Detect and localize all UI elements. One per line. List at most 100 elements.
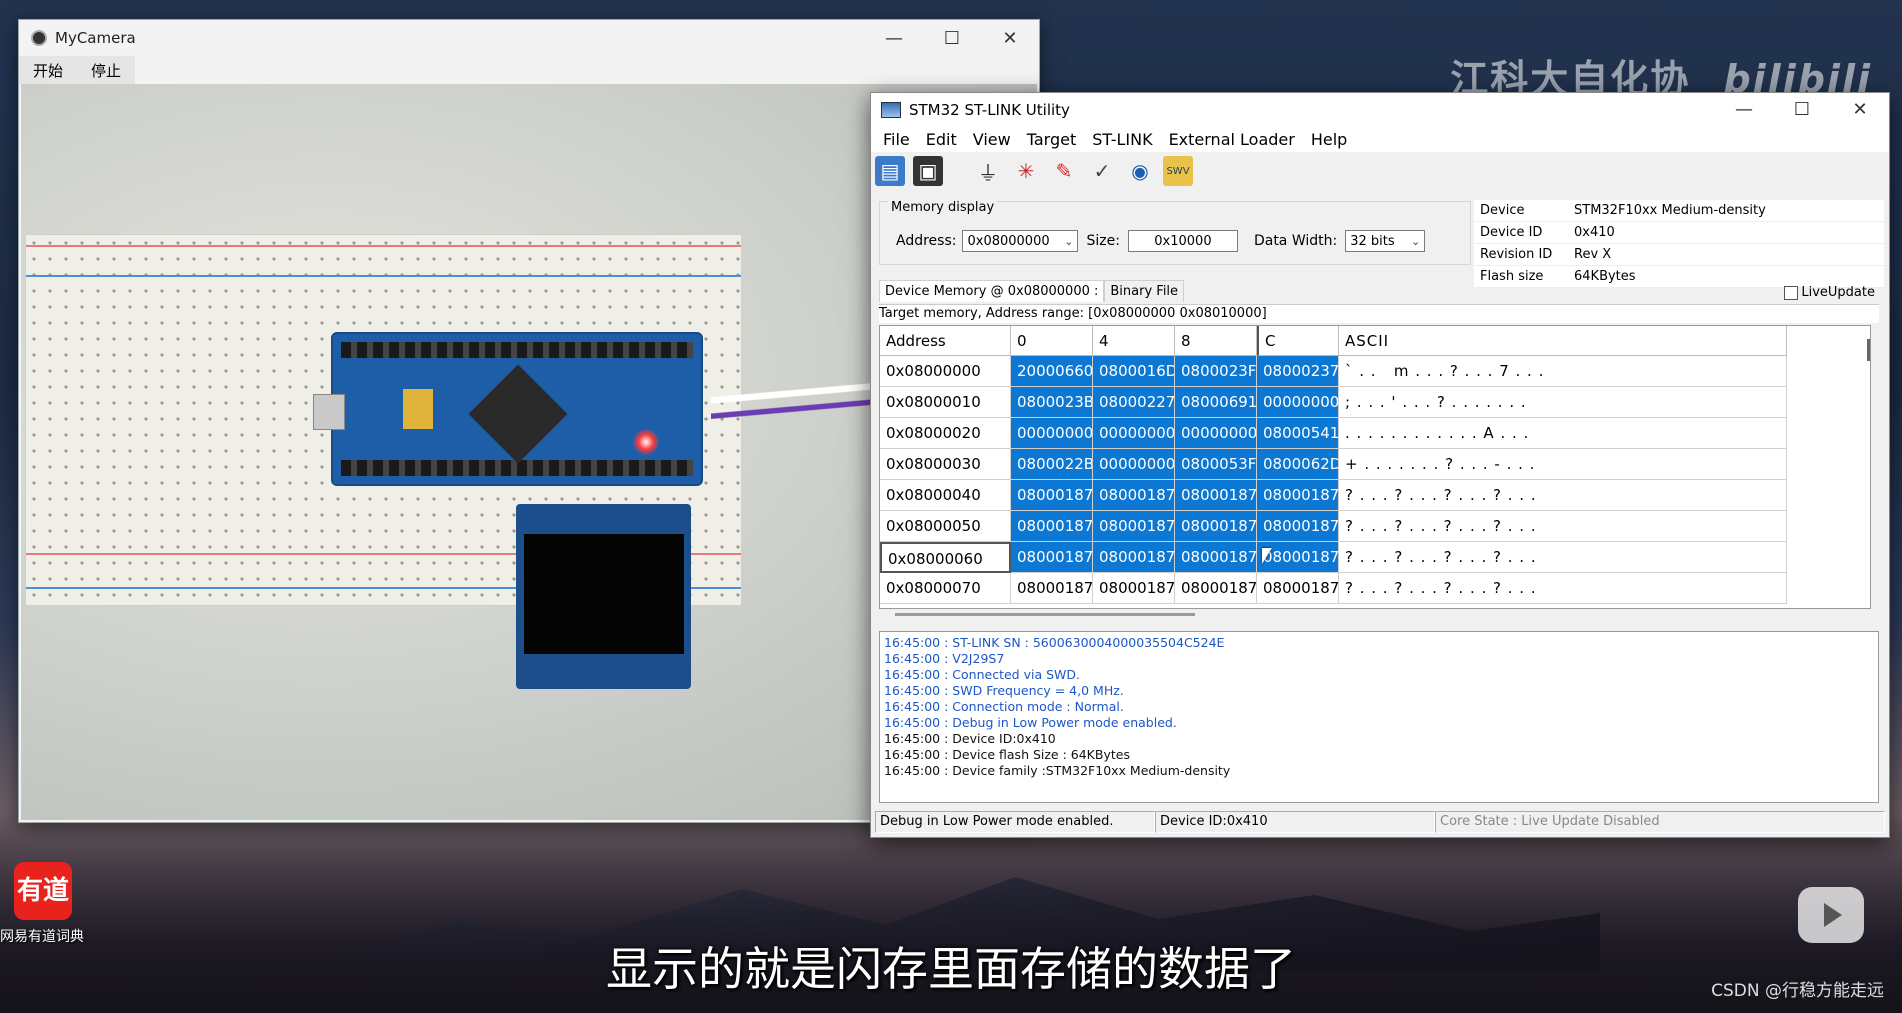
table-row[interactable]: 0x08000010 0800023B 08000227 08000691 000000…: [880, 387, 1870, 418]
menu-external-loader[interactable]: External Loader: [1161, 130, 1303, 149]
memory-cell[interactable]: 08000187: [1011, 573, 1093, 604]
breadboard-rail: [26, 245, 741, 247]
grid-horizontal-scrollbar[interactable]: [895, 613, 1195, 616]
mcu-chip: [468, 364, 568, 464]
disconnect-icon[interactable]: ✳: [1011, 156, 1041, 186]
memory-cell[interactable]: 08000187: [1175, 511, 1257, 542]
device-info-value: STM32F10xx Medium-density: [1568, 200, 1884, 222]
stop-button[interactable]: 停止: [77, 56, 136, 84]
table-row[interactable]: 0x08000060 08000187 08000187 08000187 080001…: [880, 542, 1870, 573]
memory-cell[interactable]: 08000187: [1175, 573, 1257, 604]
device-info-label: Flash size: [1474, 265, 1568, 288]
memory-cell[interactable]: 08000187: [1257, 480, 1339, 511]
verify-icon[interactable]: ✓: [1087, 156, 1117, 186]
row-address: 0x08000040: [880, 480, 1011, 511]
mouse-cursor-icon: [1262, 548, 1272, 564]
memory-cell[interactable]: 08000187: [1011, 542, 1093, 573]
chevron-down-icon: ⌄: [1411, 234, 1421, 248]
maximize-button[interactable]: ☐: [923, 28, 981, 49]
menu-view[interactable]: View: [965, 130, 1019, 149]
ascii-cell: . . . . . . . . . . . . A . . .: [1339, 418, 1787, 449]
log-line: 16:45:00 : SWD Frequency = 4,0 MHz.: [884, 683, 1124, 698]
memory-cell[interactable]: 08000187: [1093, 511, 1175, 542]
memory-cell[interactable]: 00000000: [1011, 418, 1093, 449]
memory-cell[interactable]: 08000187: [1257, 573, 1339, 604]
memory-cell[interactable]: 00000000: [1175, 418, 1257, 449]
minimize-button[interactable]: —: [865, 28, 923, 49]
row-address: 0x08000000: [880, 356, 1011, 387]
address-label: Address:: [896, 233, 957, 249]
jumper-block: [403, 389, 433, 429]
device-info-row: Revision ID Rev X: [1474, 243, 1884, 266]
ascii-cell: ` . . m . . . ? . . . 7 . . .: [1339, 356, 1787, 387]
data-width-select[interactable]: 32 bits ⌄: [1345, 230, 1426, 252]
memory-cell[interactable]: 08000187: [1257, 511, 1339, 542]
youdao-dictionary-icon[interactable]: 有道: [14, 862, 72, 920]
row-address: 0x08000030: [880, 449, 1011, 480]
erase-icon[interactable]: ✎: [1049, 156, 1079, 186]
live-update-checkbox[interactable]: [1784, 285, 1799, 300]
memory-cell[interactable]: 08000691: [1175, 387, 1257, 418]
memory-grid[interactable]: Address 0 4 8 C ASCII 0x08000000 20000660…: [879, 325, 1871, 609]
memory-cell[interactable]: 08000187: [1011, 511, 1093, 542]
memory-cell[interactable]: 08000541: [1257, 418, 1339, 449]
memory-cell[interactable]: 08000187: [1093, 480, 1175, 511]
memory-cell[interactable]: 0800023B: [1011, 387, 1093, 418]
grid-vertical-scrollbar[interactable]: [1867, 339, 1870, 361]
memory-cell[interactable]: 08000187: [1011, 480, 1093, 511]
web-icon[interactable]: ◉: [1125, 156, 1155, 186]
start-button[interactable]: 开始: [19, 56, 78, 84]
memory-cell[interactable]: 0800016D: [1093, 356, 1175, 387]
size-label: Size:: [1086, 233, 1120, 249]
live-update-toggle[interactable]: LiveUpdate: [1784, 285, 1875, 300]
close-button[interactable]: ✕: [1831, 99, 1889, 120]
table-row[interactable]: 0x08000050 08000187 08000187 08000187 080001…: [880, 511, 1870, 542]
memory-cell[interactable]: 08000227: [1093, 387, 1175, 418]
tab-device-memory[interactable]: Device Memory @ 0x08000000 :: [879, 280, 1105, 302]
menu-stlink[interactable]: ST-LINK: [1084, 130, 1160, 149]
close-button[interactable]: ✕: [981, 28, 1039, 49]
memory-cell[interactable]: 20000660: [1011, 356, 1093, 387]
memory-cell[interactable]: 0800023F: [1175, 356, 1257, 387]
row-address: 0x08000060: [880, 542, 1011, 573]
size-input[interactable]: 0x10000: [1127, 230, 1238, 252]
table-row[interactable]: 0x08000020 00000000 00000000 00000000 080005…: [880, 418, 1870, 449]
table-row[interactable]: 0x08000000 20000660 0800016D 0800023F 080002…: [880, 356, 1870, 387]
menu-help[interactable]: Help: [1303, 130, 1355, 149]
device-info-row: Device STM32F10xx Medium-density: [1474, 200, 1884, 222]
maximize-button[interactable]: ☐: [1773, 99, 1831, 120]
table-row[interactable]: 0x08000040 08000187 08000187 08000187 080001…: [880, 480, 1870, 511]
column-header-4: 4: [1093, 326, 1175, 356]
menu-edit[interactable]: Edit: [918, 130, 965, 149]
memory-cell[interactable]: 08000187: [1175, 480, 1257, 511]
swv-icon[interactable]: SWV: [1163, 156, 1193, 186]
memory-cell[interactable]: 08000187: [1175, 542, 1257, 573]
video-subtitle: 显示的就是闪存里面存储的数据了: [606, 942, 1296, 996]
memory-cell[interactable]: 00000000: [1093, 418, 1175, 449]
log-line: 16:45:00 : Debug in Low Power mode enabl…: [884, 715, 1177, 730]
menu-target[interactable]: Target: [1019, 130, 1085, 149]
connect-icon[interactable]: ⏚: [973, 156, 1003, 186]
memory-cell[interactable]: 00000000: [1257, 387, 1339, 418]
save-icon[interactable]: ▣: [913, 156, 943, 186]
memory-cell[interactable]: 0800062D: [1257, 449, 1339, 480]
stlink-toolbar: ▤ ▣ ⏚ ✳ ✎ ✓ ◉ SWV: [871, 152, 1889, 190]
memory-cell[interactable]: 08000187: [1093, 542, 1175, 573]
menu-file[interactable]: File: [875, 130, 918, 149]
memory-cell[interactable]: 08000187: [1093, 573, 1175, 604]
address-select[interactable]: 0x08000000 ⌄: [962, 230, 1079, 252]
open-file-icon[interactable]: ▤: [875, 156, 905, 186]
camera-titlebar[interactable]: MyCamera — ☐ ✕: [19, 20, 1039, 56]
stlink-menubar: File Edit View Target ST-LINK External L…: [871, 126, 1889, 152]
stlink-titlebar[interactable]: STM32 ST-LINK Utility — ☐ ✕: [871, 93, 1889, 126]
table-row[interactable]: 0x08000070 08000187 08000187 08000187 080001…: [880, 573, 1870, 604]
memory-cell[interactable]: 0800053F: [1175, 449, 1257, 480]
log-line: 16:45:00 : ST-LINK SN : 5600630004000035…: [884, 635, 1225, 650]
memory-cell[interactable]: 08000237: [1257, 356, 1339, 387]
minimize-button[interactable]: —: [1715, 99, 1773, 120]
memory-cell[interactable]: 0800022B: [1011, 449, 1093, 480]
oled-module: [516, 504, 691, 689]
table-row[interactable]: 0x08000030 0800022B 00000000 0800053F 080006…: [880, 449, 1870, 480]
memory-cell[interactable]: 00000000: [1093, 449, 1175, 480]
tab-binary-file[interactable]: Binary File: [1104, 280, 1185, 302]
